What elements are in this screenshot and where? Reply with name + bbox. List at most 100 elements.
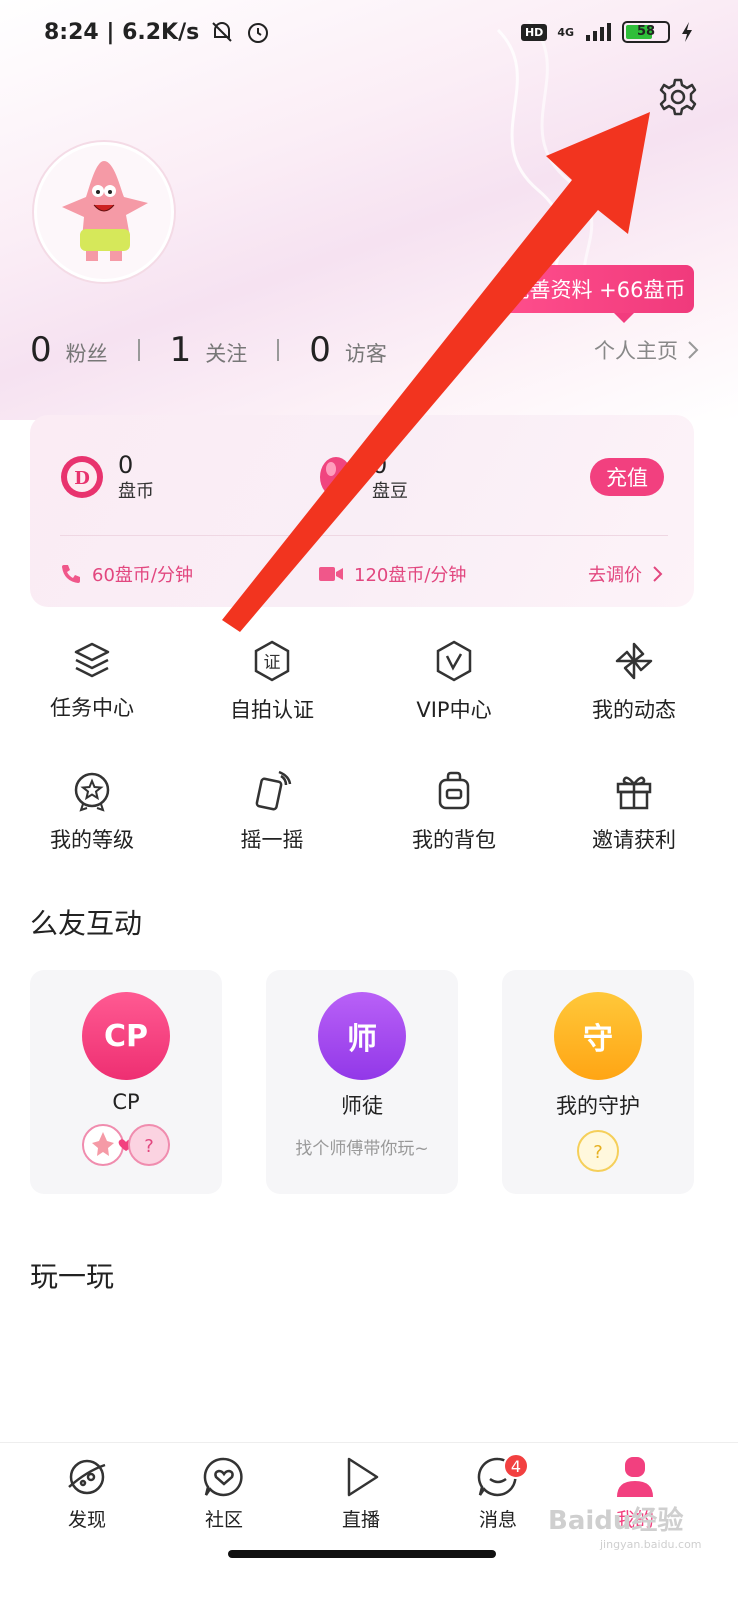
video-camera-icon [319,567,343,581]
section-title-play: 玩一玩 [30,1260,115,1293]
wallet-card: D 0 盘币 0 盘豆 充值 60盘币/分钟 120盘币/分钟 去调价 [30,415,694,607]
stat-number: 1 [169,330,192,370]
feature-invite-earn[interactable]: 邀请获利 [542,770,726,870]
nav-item-live[interactable]: 直播 [306,1453,416,1532]
homepage-link-label: 个人主页 [594,339,678,363]
nav-label: 发现 [67,1509,106,1531]
card-title: CP [112,1090,140,1114]
video-call-price[interactable]: 120盘币/分钟 [318,561,576,587]
feature-task-center[interactable]: 任务中心 [0,640,184,740]
watermark-url: jingyan.baidu.com [600,1538,702,1551]
recharge-button[interactable]: 充值 [590,458,664,496]
feature-label: 我的背包 [412,828,496,852]
feature-selfie-verify[interactable]: 证 自拍认证 [180,640,364,740]
charging-icon [682,22,692,42]
nav-item-messages[interactable]: 4 消息 [443,1453,553,1532]
stat-visitors[interactable]: 0 访客 [309,330,387,370]
bean-value: 0 [372,451,388,479]
nav-item-community[interactable]: 社区 [169,1453,279,1532]
nav-label: 直播 [341,1509,380,1531]
divider [137,339,140,361]
stat-label: 粉丝 [65,342,108,366]
verify-icon: 证 [254,640,290,682]
divider [60,535,668,536]
profile-stats: 0 粉丝 1 关注 0 访客 个人主页 [30,328,700,372]
stat-number: 0 [309,330,331,370]
svg-text:证: 证 [264,653,281,673]
shake-icon [255,770,292,811]
section-title-interaction: 么友互动 [30,907,143,940]
feature-label: 自拍认证 [230,698,314,722]
stat-label: 访客 [344,342,387,366]
divider [277,339,280,361]
interaction-cards: CP CP ? 师 师徒 找个师傅带你玩~ 守 我的守护 ? [30,970,694,1194]
cp-pair-icon: ? [82,1124,170,1166]
complete-profile-promo[interactable]: 完善资料 +66盘币 [500,265,694,323]
coin-value: 0 [118,451,134,479]
voice-price-text: 60盘币/分钟 [92,565,193,586]
heart-chat-icon [203,1457,243,1497]
stat-fans[interactable]: 0 粉丝 [30,330,108,370]
coin-balance[interactable]: D 0 盘币 [60,450,314,504]
feature-label: 任务中心 [50,696,134,720]
card-subtitle: 找个师傅带你玩~ [295,1139,429,1159]
homepage-link[interactable]: 个人主页 [594,335,700,365]
feature-shake[interactable]: 摇一摇 [180,770,364,870]
feature-my-level[interactable]: 我的等级 [0,770,184,870]
card-title: 师徒 [341,1094,383,1118]
avatar-image [62,161,148,261]
watermark: Baidu经验 [548,1506,684,1536]
feature-my-backpack[interactable]: 我的背包 [362,770,546,870]
feature-label: 邀请获利 [592,828,676,852]
card-cp[interactable]: CP CP ? [30,970,222,1194]
signal-icon [586,23,611,41]
cp-badge: CP [82,992,170,1080]
level-badge-icon [74,772,110,812]
mentor-badge: 师 [318,992,406,1080]
feature-vip-center[interactable]: VIP中心 [362,640,546,740]
chevron-right-icon [688,341,699,359]
play-icon [347,1457,379,1497]
card-guardian[interactable]: 守 我的守护 ? [502,970,694,1194]
chevron-right-icon [653,566,663,582]
coin-label: 盘币 [118,481,154,502]
status-time: 8:24 | 6.2K/s [44,19,200,45]
feature-my-moments[interactable]: 我的动态 [542,640,726,740]
avatar[interactable] [34,142,174,282]
stat-number: 0 [30,330,52,370]
guardian-badge: 守 [554,992,642,1080]
coin-icon: D [61,456,103,498]
mute-bell-icon [212,22,232,42]
unread-badge: 4 [503,1453,529,1479]
settings-gear-icon[interactable] [655,74,701,120]
card-title: 我的守护 [556,1094,640,1118]
alarm-icon [248,23,269,43]
battery-indicator: 58 [622,21,670,43]
svg-text:?: ? [593,1142,603,1163]
voice-call-price[interactable]: 60盘币/分钟 [60,561,318,587]
stat-label: 关注 [205,342,248,366]
nav-item-discover[interactable]: 发现 [32,1453,142,1532]
bean-icon [320,457,352,497]
guardian-empty-slot-icon: ? [577,1130,619,1172]
feature-label: 摇一摇 [240,828,304,852]
feature-label: VIP中心 [416,698,492,722]
feature-label: 我的动态 [592,698,676,722]
stat-following[interactable]: 1 关注 [170,330,248,370]
svg-text:D: D [74,468,90,489]
vip-icon [436,640,472,682]
planet-icon [68,1459,106,1495]
home-indicator[interactable] [228,1550,496,1558]
card-mentor[interactable]: 师 师徒 找个师傅带你玩~ [266,970,458,1194]
layers-icon [74,642,110,678]
profile-icon [617,1457,653,1497]
video-price-text: 120盘币/分钟 [354,565,467,586]
hd-badge: HD [520,23,548,41]
bean-label: 盘豆 [372,481,408,502]
svg-text:?: ? [144,1136,154,1157]
status-bar: 8:24 | 6.2K/s HD 4G 58 [0,0,738,64]
backpack-icon [438,771,470,810]
adjust-price-label: 去调价 [588,565,642,586]
bean-balance[interactable]: 0 盘豆 [314,450,568,504]
adjust-price-link[interactable]: 去调价 [588,561,664,587]
